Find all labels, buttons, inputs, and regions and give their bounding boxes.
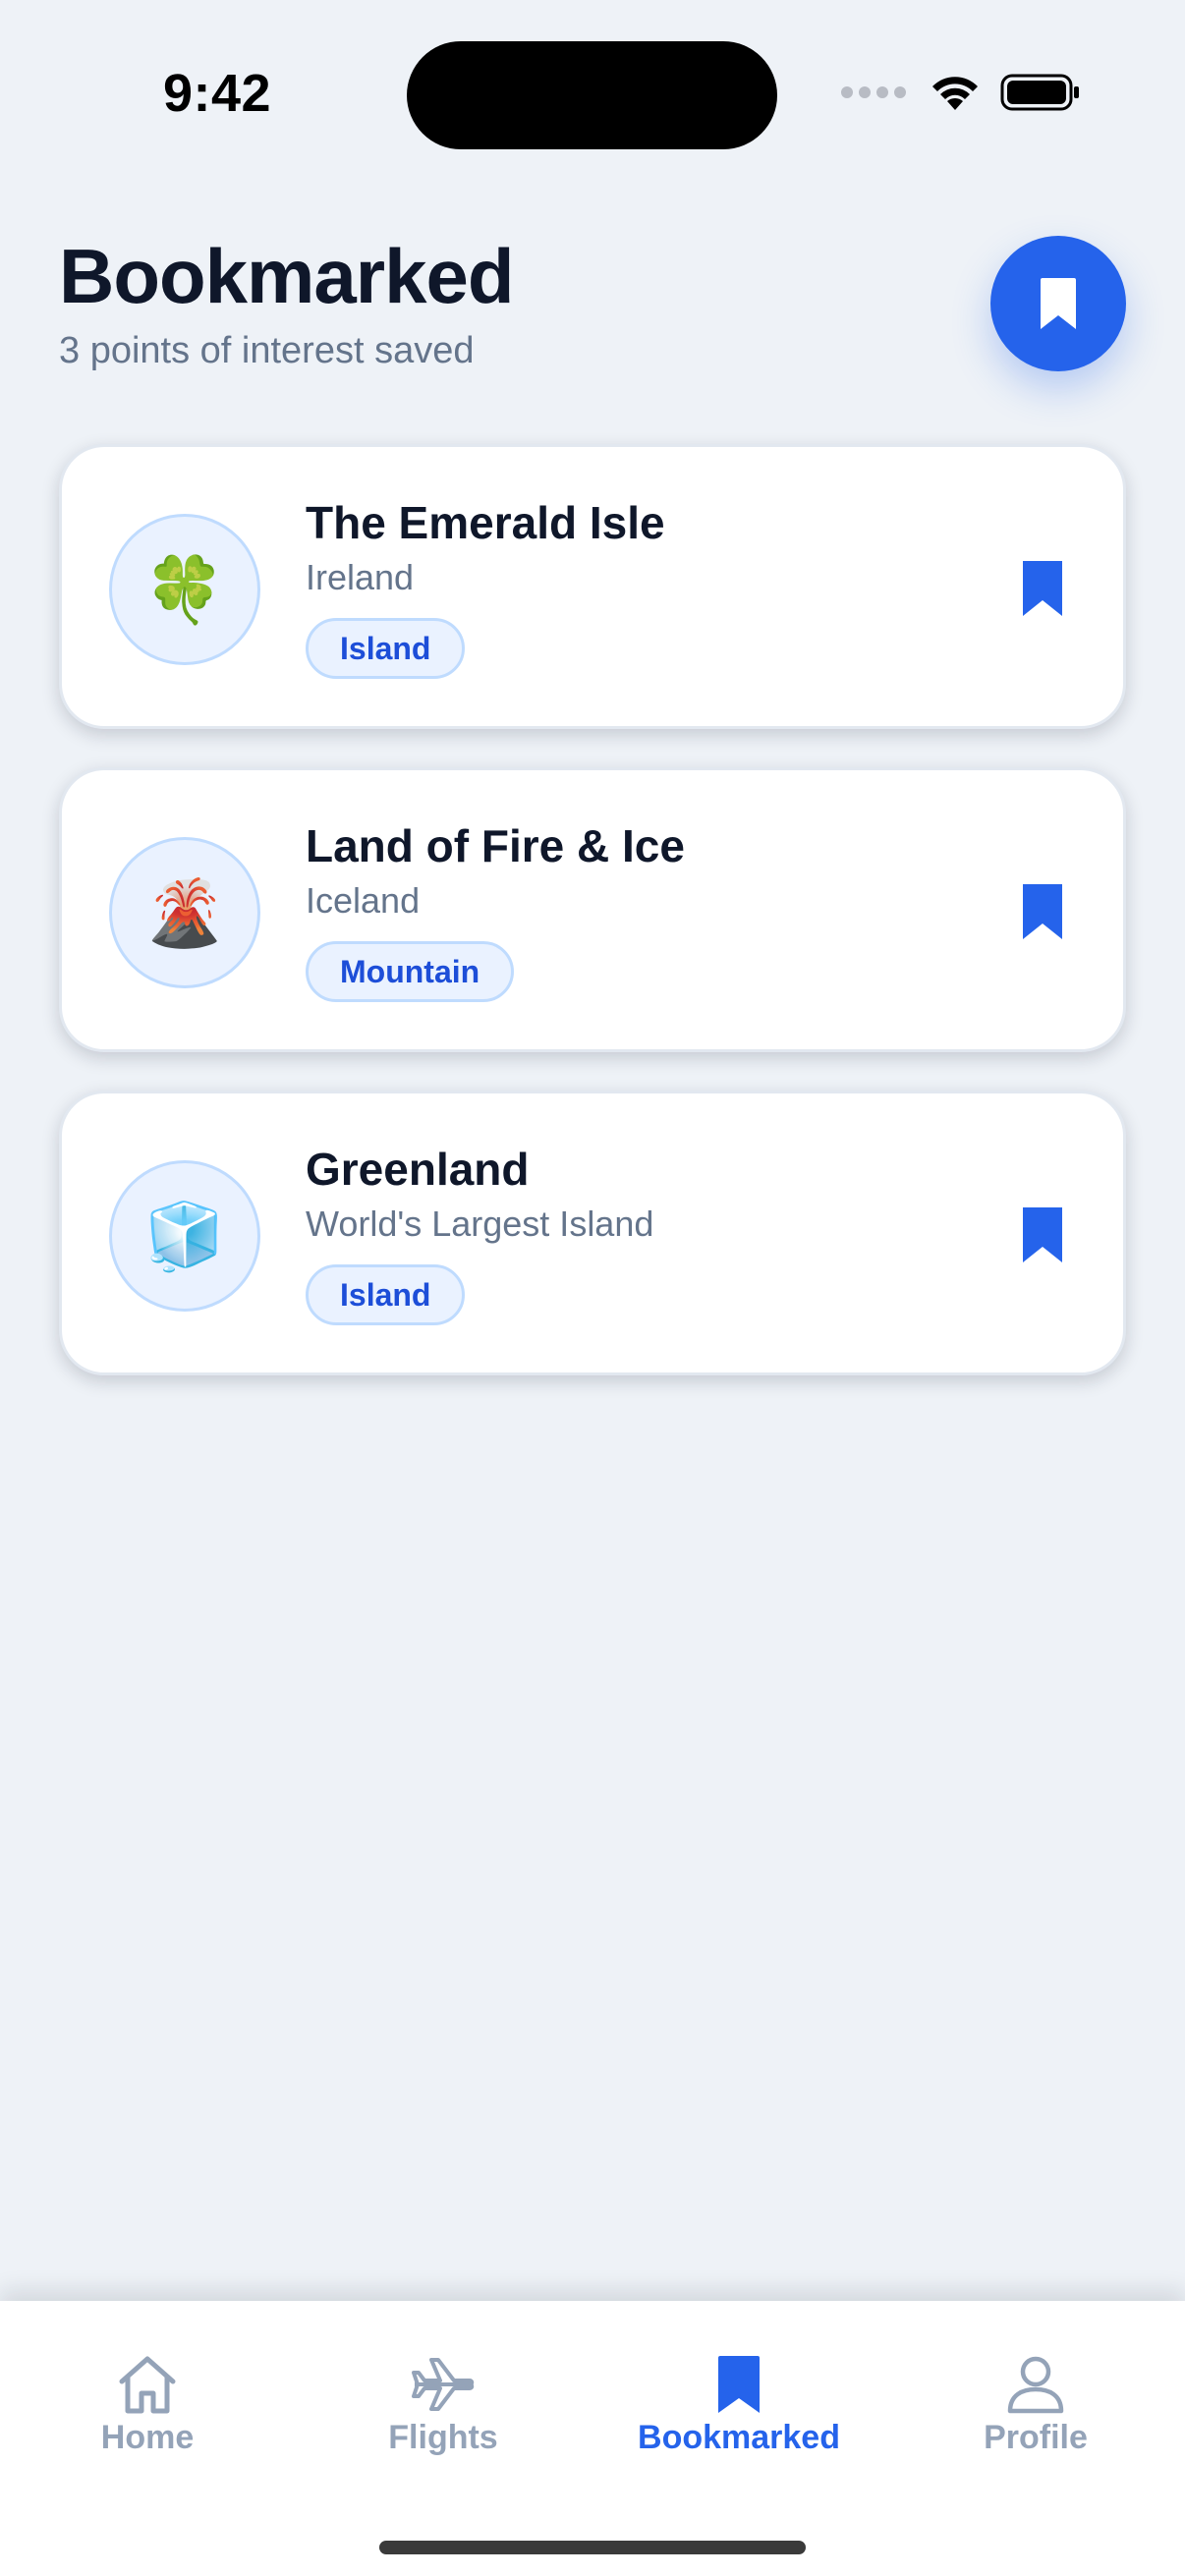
tab-flights[interactable]: Flights [315,2352,571,2470]
card-emoji: 🧊 [143,1200,226,1272]
cellular-signal-icon [841,86,906,98]
card-title: The Emerald Isle [306,497,665,548]
card-title: Greenland [306,1144,530,1195]
bookmark-icon [1041,278,1076,329]
tab-bookmarked[interactable]: Bookmarked [611,2352,867,2470]
category-tag: Mountain [306,941,515,1002]
card-subtitle: Ireland [306,557,415,597]
bookmark-card[interactable]: 🍀 The Emerald Isle Ireland Island [59,444,1126,729]
card-title: Land of Fire & Ice [306,820,685,871]
shamrock-icon: 🍀 [109,514,260,665]
bookmark-toggle-icon[interactable] [1021,559,1064,618]
card-subtitle: Iceland [306,880,421,921]
home-icon [119,2356,176,2414]
bookmark-card[interactable]: 🌋 Land of Fire & Ice Iceland Mountain [59,767,1126,1052]
tab-profile[interactable]: Profile [908,2352,1163,2470]
tab-label: Home [100,2419,195,2456]
volcano-icon: 🌋 [109,837,260,988]
home-indicator [379,2541,806,2554]
airplane-icon [412,2358,475,2411]
page-title: Bookmarked [59,233,514,319]
tab-label: Profile [984,2419,1088,2456]
bookmark-card[interactable]: 🧊 Greenland World's Largest Island Islan… [59,1091,1126,1375]
category-tag: Island [306,1264,466,1325]
page-subtitle: 3 points of interest saved [59,330,475,371]
category-tag: Island [306,618,466,679]
bookmark-toggle-icon[interactable] [1021,882,1064,941]
card-emoji: 🌋 [143,876,226,949]
status-time: 9:42 [163,64,272,123]
tab-label: Flights [388,2419,498,2456]
dynamic-island [407,41,777,149]
card-subtitle: World's Largest Island [306,1204,654,1244]
tab-home[interactable]: Home [20,2352,275,2470]
tab-label: Bookmarked [638,2419,840,2456]
bookmark-toggle-icon[interactable] [1021,1205,1064,1264]
tab-bar: Home Flights Bookmarked Profile [0,2301,1185,2576]
battery-icon [1000,74,1079,111]
ice-cube-icon: 🧊 [109,1160,260,1312]
person-icon [1007,2356,1064,2414]
wifi-icon [932,77,978,110]
status-bar: 9:42 [0,0,1185,187]
card-emoji: 🍀 [143,553,226,626]
bookmark-icon [718,2356,760,2413]
bookmark-fab-button[interactable] [990,236,1126,371]
status-icons [841,73,1081,112]
